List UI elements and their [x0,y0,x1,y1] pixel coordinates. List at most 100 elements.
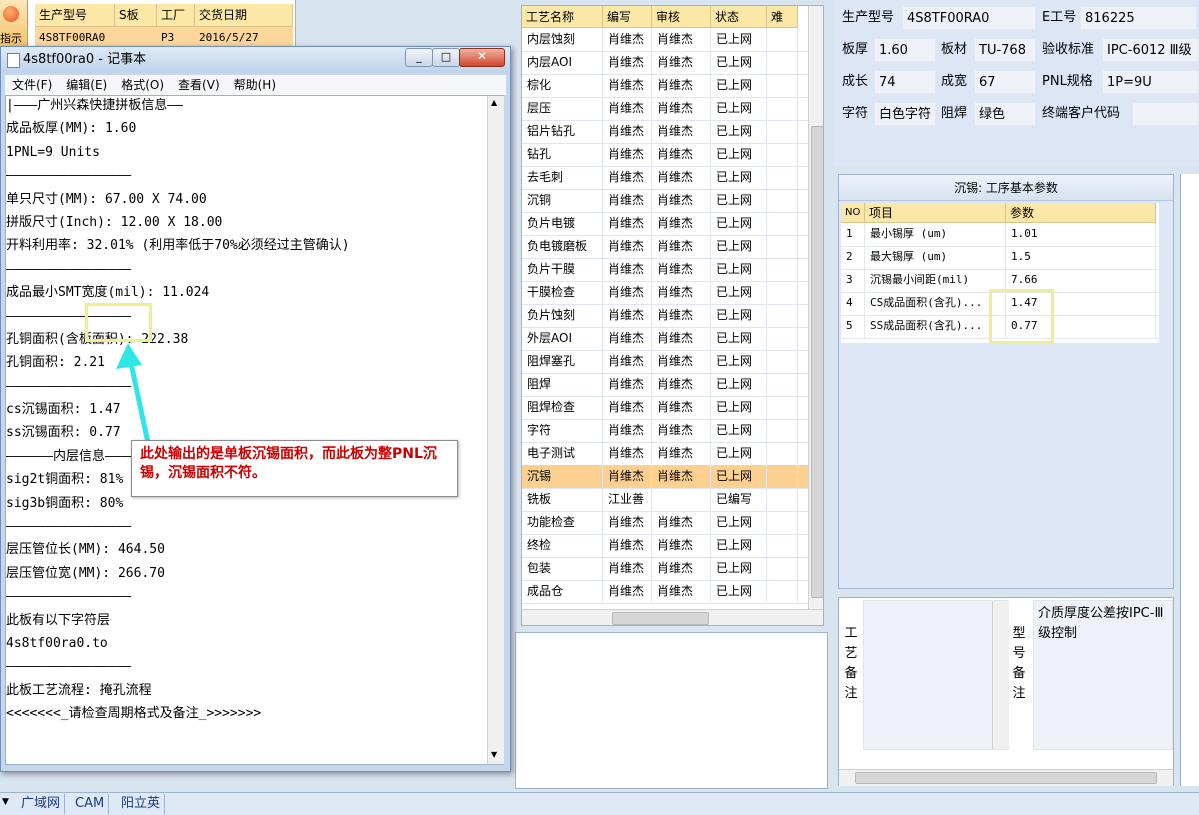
indicator-button[interactable]: 指示 [0,0,28,46]
process-cell-status: 已上网 [711,511,767,534]
process-row[interactable]: 沉铜 肖维杰 肖维杰 已上网 [522,189,808,213]
process-cell-status: 已上网 [711,235,767,258]
process-row[interactable]: 层压 肖维杰 肖维杰 已上网 [522,97,808,121]
process-vertical-scrollbar[interactable] [808,6,823,609]
status-tab-user[interactable]: 阳立英 [117,794,166,814]
process-header-status[interactable]: 状态 [711,6,767,28]
params-header-no[interactable]: NO [841,203,865,223]
width-field[interactable]: 67 [974,70,1036,94]
process-cell-writer: 肖维杰 [603,350,652,373]
process-row[interactable]: 负电镀磨板 肖维杰 肖维杰 已上网 [522,235,808,259]
params-header-value[interactable]: 参数 [1006,203,1156,223]
order-header-s-board[interactable]: S板 [115,4,157,27]
model-field[interactable]: 4S8TF00RA0 [902,6,1036,30]
notepad-titlebar[interactable]: 4s8tf00ra0 - 记事本 _ □ ✕ [1,47,510,73]
process-row[interactable]: 阻焊 肖维杰 肖维杰 已上网 [522,373,808,397]
menu-file[interactable]: 文件(F) [5,75,59,95]
process-row[interactable]: 包装 肖维杰 肖维杰 已上网 [522,557,808,581]
process-cell-difficulty [767,511,798,534]
status-tab-cam[interactable]: CAM [71,794,110,814]
process-row[interactable]: 负片蚀刻 肖维杰 肖维杰 已上网 [522,304,808,328]
notepad-editor[interactable]: |———广州兴森快捷拼板信息—— 成品板厚(MM): 1.60 1PNL=9 Uni… [5,95,504,765]
process-row[interactable]: 功能检查 肖维杰 肖维杰 已上网 [522,511,808,535]
process-cell-status: 已上网 [711,396,767,419]
remarks-panel: 工艺备注 型号备注 介质厚度公差按IPC-Ⅲ级控制 [838,597,1174,786]
process-row[interactable]: 内层AOI 肖维杰 肖维杰 已上网 [522,51,808,75]
process-horizontal-scrollbar[interactable] [522,609,823,625]
params-title: 沉锡: 工序基本参数 [839,175,1173,201]
model-remarks-text: 介质厚度公差按IPC-Ⅲ级控制 [1038,606,1164,641]
pnl-field[interactable]: 1P=9U [1102,70,1199,94]
process-row[interactable]: 阻焊检查 肖维杰 肖维杰 已上网 [522,396,808,420]
customer-field[interactable] [1132,102,1199,126]
process-row[interactable]: 成品仓 肖维杰 肖维杰 已上网 [522,580,808,604]
process-row[interactable]: 铣板 江业善 已编写 [522,488,808,512]
scroll-down-icon[interactable]: ▼ [491,750,497,759]
order-header-model[interactable]: 生产型号 [35,4,115,27]
process-cell-writer: 肖维杰 [603,235,652,258]
params-row[interactable]: 1 最小锡厚 (um) 1.01 [841,223,1159,247]
order-header-factory[interactable]: 工厂 [157,4,195,27]
notepad-vertical-scrollbar[interactable]: ▲ ▼ [487,96,504,764]
process-row[interactable]: 外层AOI 肖维杰 肖维杰 已上网 [522,327,808,351]
process-header-row: 工艺名称 编写 审核 状态 难 [522,6,808,28]
params-cell-item: SS成品面积(含孔)... [865,315,1006,338]
notepad-text[interactable]: |———广州兴森快捷拼板信息—— 成品板厚(MM): 1.60 1PNL=9 Uni… [6,98,486,758]
menu-view[interactable]: 查看(V) [171,75,227,95]
process-cell-writer: 肖维杰 [603,396,652,419]
process-row[interactable]: 阻焊塞孔 肖维杰 肖维杰 已上网 [522,350,808,374]
process-hscroll-thumb[interactable] [612,612,709,625]
process-row[interactable]: 去毛刺 肖维杰 肖维杰 已上网 [522,166,808,190]
process-header-difficulty[interactable]: 难 [767,6,798,28]
process-remarks-scrollbar[interactable] [992,601,1009,749]
eno-field[interactable]: 816225 [1080,6,1197,30]
process-scroll-thumb[interactable] [811,126,823,598]
menu-format[interactable]: 格式(O) [114,75,171,95]
process-cell-status: 已上网 [711,166,767,189]
process-row[interactable]: 铝片钻孔 肖维杰 肖维杰 已上网 [522,120,808,144]
maximize-button[interactable]: □ [432,48,460,67]
standard-field[interactable]: IPC-6012 Ⅲ级 [1102,38,1199,62]
process-row[interactable]: 棕化 肖维杰 肖维杰 已上网 [522,74,808,98]
params-row[interactable]: 2 最大锡厚 (um) 1.5 [841,246,1159,270]
scroll-up-icon[interactable]: ▲ [491,98,497,107]
process-row[interactable]: 内层蚀刻 肖维杰 肖维杰 已上网 [522,28,808,52]
process-header-reviewer[interactable]: 审核 [652,6,711,28]
remarks-hscroll-thumb[interactable] [855,772,1157,784]
length-field[interactable]: 74 [874,70,936,94]
process-params-panel: 沉锡: 工序基本参数 NO 项目 参数 1 最小锡厚 (um) 1.01 2 最大锡厚 … [838,174,1174,589]
minimize-button[interactable]: _ [405,48,433,67]
process-cell-writer: 肖维杰 [603,51,652,74]
thickness-field[interactable]: 1.60 [874,38,936,62]
process-cell-name: 干膜检查 [522,281,603,304]
legend-field[interactable]: 白色字符 [874,102,936,126]
menu-help[interactable]: 帮助(H) [227,75,283,95]
status-tab-wan[interactable]: 广域网 [17,794,66,814]
process-row[interactable]: 负片电镀 肖维杰 肖维杰 已上网 [522,212,808,236]
arrow-head [116,343,142,369]
material-field[interactable]: TU-768 [974,38,1036,62]
mask-field[interactable]: 绿色 [974,102,1036,126]
params-header-item[interactable]: 项目 [865,203,1006,223]
process-header-writer[interactable]: 编写 [603,6,652,28]
process-remarks-box[interactable] [863,600,1009,750]
process-row[interactable]: 负片干膜 肖维杰 肖维杰 已上网 [522,258,808,282]
menu-edit[interactable]: 编辑(E) [59,75,114,95]
length-label: 成长 [842,74,869,89]
process-cell-name: 包装 [522,557,603,580]
close-button[interactable]: ✕ [459,48,505,67]
order-header-due-date[interactable]: 交货日期 [195,4,293,27]
process-cell-name: 铣板 [522,488,603,511]
process-row[interactable]: 钻孔 肖维杰 肖维杰 已上网 [522,143,808,167]
process-row[interactable]: 终检 肖维杰 肖维杰 已上网 [522,534,808,558]
notepad-line: 单只尺寸(MM): 67.00 X 74.00 [6,191,207,207]
process-cell-reviewer: 肖维杰 [652,212,711,235]
process-row[interactable]: 沉锡 肖维杰 肖维杰 已上网 [522,465,808,489]
remarks-horizontal-scrollbar[interactable] [839,769,1173,786]
process-row[interactable]: 干膜检查 肖维杰 肖维杰 已上网 [522,281,808,305]
status-dropdown-icon[interactable]: ▼ [2,797,9,807]
process-row[interactable]: 电子测试 肖维杰 肖维杰 已上网 [522,442,808,466]
process-header-name[interactable]: 工艺名称 [522,6,603,28]
model-remarks-box[interactable]: 介质厚度公差按IPC-Ⅲ级控制 [1033,600,1173,750]
process-row[interactable]: 字符 肖维杰 肖维杰 已上网 [522,419,808,443]
